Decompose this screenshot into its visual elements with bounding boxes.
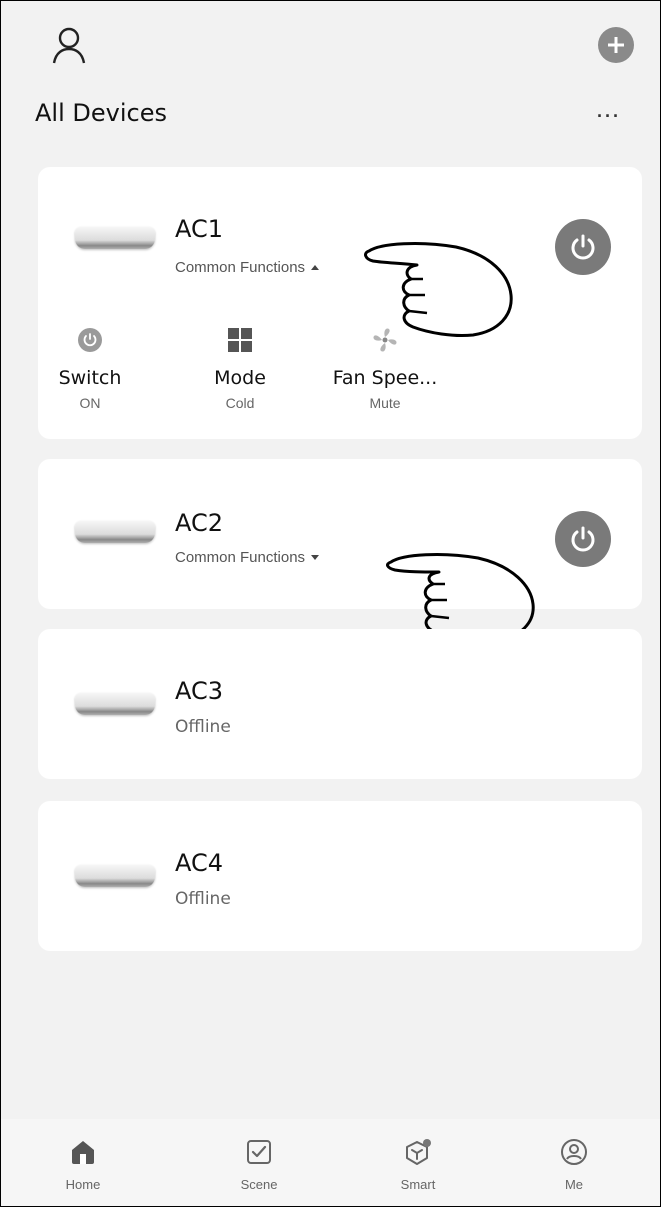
- function-label: Mode: [214, 367, 266, 389]
- air-conditioner-image: [75, 693, 155, 715]
- nav-scene[interactable]: Scene: [214, 1137, 304, 1192]
- function-value: Mute: [369, 395, 401, 411]
- power-icon: [571, 526, 595, 552]
- grid-icon: [228, 328, 252, 352]
- top-bar: [1, 1, 660, 81]
- function-value: Cold: [225, 395, 255, 411]
- device-name: AC4: [175, 849, 224, 877]
- common-functions-toggle[interactable]: Common Functions: [175, 549, 320, 566]
- page-title: All Devices: [35, 99, 167, 127]
- device-name: AC3: [175, 677, 224, 705]
- nav-label: Home: [65, 1177, 101, 1192]
- air-conditioner-image: [75, 521, 155, 543]
- common-functions-label: Common Functions: [175, 549, 306, 566]
- air-conditioner-image: [75, 227, 155, 249]
- device-status: Offline: [175, 717, 231, 737]
- home-icon: [72, 1141, 94, 1164]
- user-icon[interactable]: [51, 27, 87, 65]
- function-label: Switch: [58, 367, 122, 389]
- nav-label: Me: [564, 1177, 584, 1192]
- power-button[interactable]: [555, 219, 611, 275]
- function-mode[interactable]: Mode Cold: [185, 325, 295, 411]
- power-button[interactable]: [555, 511, 611, 567]
- device-status: Offline: [175, 889, 231, 909]
- nav-home[interactable]: Home: [38, 1137, 128, 1192]
- device-card-ac1[interactable]: AC1 Common Functions Switch ON Mode Cold…: [38, 167, 642, 439]
- common-functions-toggle[interactable]: Common Functions: [175, 259, 320, 276]
- nav-label: Scene: [240, 1177, 278, 1192]
- common-functions-label: Common Functions: [175, 259, 306, 276]
- power-small-icon: [78, 328, 102, 352]
- hand-pointer-icon: [364, 242, 513, 337]
- nav-smart[interactable]: Smart: [373, 1137, 463, 1192]
- device-card-ac3[interactable]: AC3 Offline: [38, 629, 642, 779]
- function-switch[interactable]: Switch ON: [35, 325, 145, 411]
- nav-label: Smart: [400, 1177, 436, 1192]
- account-circle-icon: [561, 1139, 587, 1165]
- caret-up-icon: [311, 265, 320, 270]
- air-conditioner-image: [75, 865, 155, 887]
- caret-down-icon: [311, 555, 320, 560]
- function-label: Fan Spee...: [332, 367, 438, 389]
- bottom-nav: Home Scene Smart Me: [1, 1119, 660, 1206]
- device-name: AC1: [175, 215, 224, 243]
- more-options-button[interactable]: ···: [597, 107, 621, 125]
- app-screen: All Devices ··· AC1 Common Functions Swi: [0, 0, 661, 1207]
- function-value: ON: [79, 395, 101, 411]
- nav-me[interactable]: Me: [529, 1137, 619, 1192]
- checkbox-icon: [247, 1140, 271, 1164]
- device-name: AC2: [175, 509, 224, 537]
- smart-cube-icon: [406, 1139, 431, 1165]
- power-icon: [571, 234, 595, 260]
- device-card-ac4[interactable]: AC4 Offline: [38, 801, 642, 951]
- add-device-button[interactable]: [598, 27, 634, 63]
